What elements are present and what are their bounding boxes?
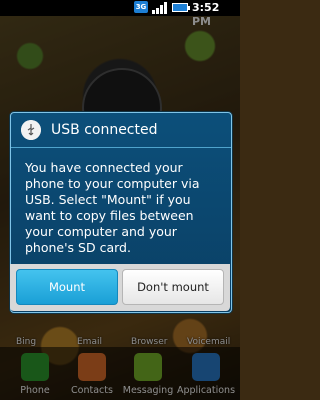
dont-mount-button[interactable]: Don't mount xyxy=(122,269,224,305)
battery-icon xyxy=(172,3,190,12)
status-bar: 3G 3:52 PM xyxy=(0,0,240,28)
dialog-button-bar: Mount Don't mount xyxy=(10,264,230,311)
signal-strength-icon xyxy=(152,2,167,14)
network-3g-icon: 3G xyxy=(134,1,148,13)
mount-button[interactable]: Mount xyxy=(16,269,118,305)
usb-icon xyxy=(21,120,41,140)
dialog-header: USB connected xyxy=(11,113,231,148)
dialog-title: USB connected xyxy=(51,122,158,138)
dialog-message: You have connected your phone to your co… xyxy=(25,160,200,255)
